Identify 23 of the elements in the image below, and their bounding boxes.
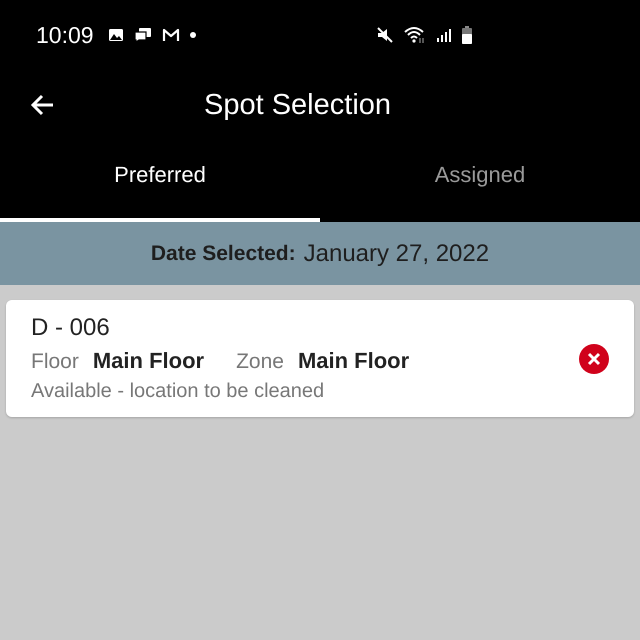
floor-value: Main Floor	[92, 348, 204, 374]
status-time: 10:09	[36, 22, 94, 48]
date-value: January 27, 2022	[304, 240, 490, 268]
date-label: Date Selected:	[150, 242, 296, 266]
zone-value: Main Floor	[298, 348, 410, 374]
spot-code: D - 006	[31, 314, 111, 342]
wifi-icon	[404, 26, 426, 44]
tab[interactable]: Assigned	[320, 140, 640, 222]
mute-icon	[376, 26, 394, 44]
chat-icon	[134, 27, 152, 43]
zone-label: Zone	[236, 350, 284, 374]
spot-status: Available - location to be cleaned	[31, 380, 326, 403]
floor-label: Floor	[31, 350, 79, 374]
close-icon	[578, 342, 610, 374]
battery-icon	[462, 26, 472, 44]
dot-icon	[190, 32, 196, 38]
back-arrow-icon	[30, 92, 56, 118]
image-icon	[108, 28, 124, 42]
screen-title: Spot Selection	[204, 88, 392, 122]
remove-button[interactable]	[578, 342, 610, 374]
signal-icon	[436, 27, 452, 43]
spot-card[interactable]: D - 006 Floor Main Floor Zone Main Floor Available - location to be cleaned	[6, 300, 634, 417]
mail-icon	[162, 28, 180, 42]
